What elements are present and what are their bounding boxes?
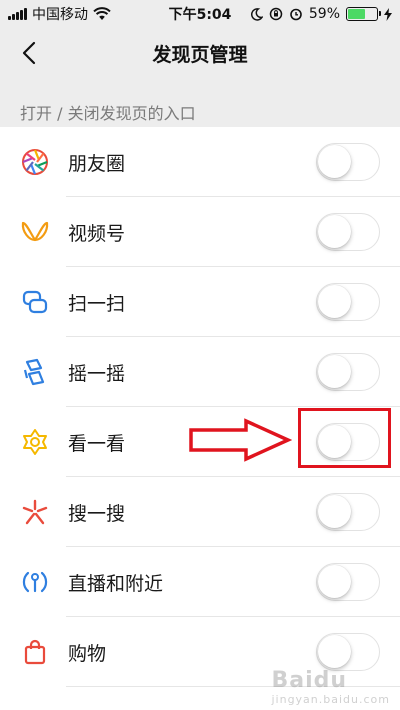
- toggle-search[interactable]: [316, 493, 380, 531]
- watermark-text: Baidu: [271, 668, 348, 693]
- moon-icon: [250, 7, 263, 21]
- live-nearby-icon: [20, 567, 50, 597]
- list-item-label: 搜一搜: [68, 502, 126, 525]
- toggle-knob: [318, 635, 351, 668]
- list-item-channels: 视频号: [0, 197, 400, 267]
- list-item-search: 搜一搜: [0, 477, 400, 547]
- nav-bar: 发现页管理: [0, 28, 400, 78]
- moments-icon: [20, 147, 50, 177]
- status-left: 中国移动: [8, 4, 250, 24]
- list-item-label: 直播和附近: [68, 572, 164, 595]
- list-item-scan: 扫一扫: [0, 267, 400, 337]
- back-button[interactable]: [14, 38, 44, 68]
- list-item-label: 摇一摇: [68, 362, 126, 385]
- toggle-knob: [318, 215, 351, 248]
- toggle-live-nearby[interactable]: [316, 563, 380, 601]
- battery-percent: 59%: [308, 6, 340, 22]
- list-item-moments: 朋友圈: [0, 127, 400, 197]
- list-item-live-nearby: 直播和附近: [0, 547, 400, 617]
- alarm-icon: [290, 8, 302, 21]
- scan-icon: [20, 287, 50, 317]
- toggle-knob: [318, 285, 351, 318]
- page-title: 发现页管理: [152, 43, 248, 66]
- status-right: 59%: [250, 6, 392, 22]
- search-icon: [20, 497, 50, 527]
- signal-icon: [8, 8, 27, 20]
- battery-fill: [348, 9, 365, 19]
- watermark: Baidu jingyan.baidu.com: [271, 668, 390, 706]
- toggle-knob: [318, 355, 351, 388]
- list-item-label: 购物: [68, 642, 107, 665]
- watermark-subtext: jingyan.baidu.com: [271, 693, 390, 706]
- toggle-shake[interactable]: [316, 353, 380, 391]
- list-item-shake: 摇一摇: [0, 337, 400, 407]
- shake-icon: [20, 357, 50, 387]
- toggle-moments[interactable]: [316, 143, 380, 181]
- annotation-arrow: [189, 418, 292, 462]
- lock-rotation-icon: [269, 7, 283, 21]
- charging-icon: [384, 7, 392, 21]
- wifi-icon: [93, 7, 111, 20]
- carrier-label: 中国移动: [32, 7, 88, 23]
- toggle-shopping[interactable]: [316, 633, 380, 671]
- list-item-label: 扫一扫: [68, 292, 126, 315]
- status-bar: 中国移动 下午5:04 59%: [0, 0, 400, 28]
- channels-icon: [20, 217, 50, 247]
- toggle-scan[interactable]: [316, 283, 380, 321]
- toggle-knob: [318, 565, 351, 598]
- toggle-knob: [318, 145, 351, 178]
- section-header: 打开 / 关闭发现页的入口: [20, 104, 196, 123]
- list-item-label: 视频号: [68, 222, 126, 245]
- top-stories-icon: [20, 427, 50, 457]
- list-item-label: 朋友圈: [68, 152, 126, 175]
- battery-icon: [346, 7, 381, 21]
- annotation-highlight-box: [298, 408, 391, 468]
- toggle-channels[interactable]: [316, 213, 380, 251]
- toggle-knob: [318, 495, 351, 528]
- chevron-left-icon: [22, 41, 36, 65]
- shopping-bag-icon: [20, 637, 50, 667]
